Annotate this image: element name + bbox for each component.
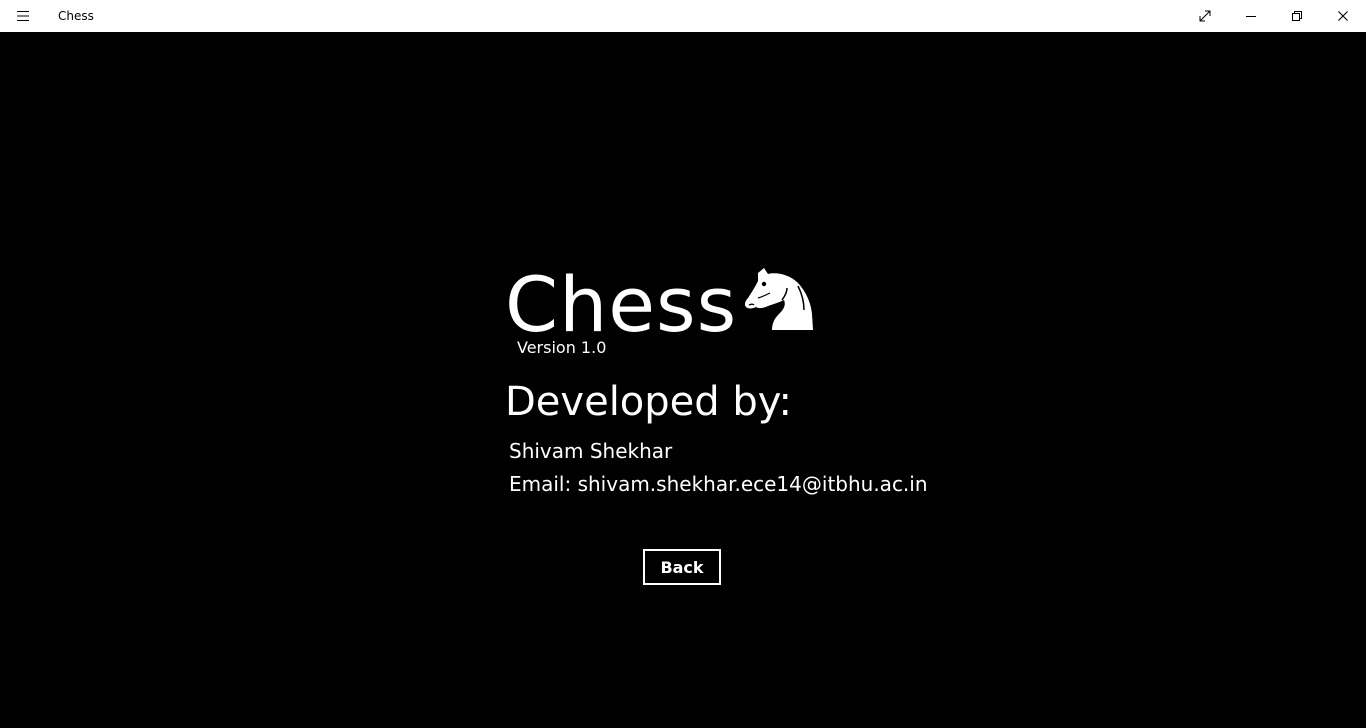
developer-email: Email: shivam.shekhar.ece14@itbhu.ac.in <box>509 472 928 496</box>
chess-knight-icon <box>744 268 813 330</box>
about-page: Chess Version 1.0 Developed by: Shivam S… <box>0 32 1366 728</box>
fullscreen-icon <box>1199 10 1211 22</box>
developed-by-heading: Developed by: <box>505 379 793 425</box>
version-label: Version 1.0 <box>517 338 607 357</box>
close-icon <box>1338 11 1348 21</box>
hamburger-menu-icon[interactable] <box>0 0 46 32</box>
back-button[interactable]: Back <box>643 549 721 585</box>
app-name-heading: Chess <box>505 260 738 349</box>
title-bar: Chess <box>0 0 1366 32</box>
restore-button[interactable] <box>1274 0 1320 32</box>
minimize-button[interactable] <box>1228 0 1274 32</box>
minimize-icon <box>1246 16 1256 17</box>
fullscreen-button[interactable] <box>1182 0 1228 32</box>
developer-name: Shivam Shekhar <box>509 439 673 463</box>
restore-icon <box>1292 11 1302 21</box>
close-button[interactable] <box>1320 0 1366 32</box>
window-title: Chess <box>58 9 94 23</box>
